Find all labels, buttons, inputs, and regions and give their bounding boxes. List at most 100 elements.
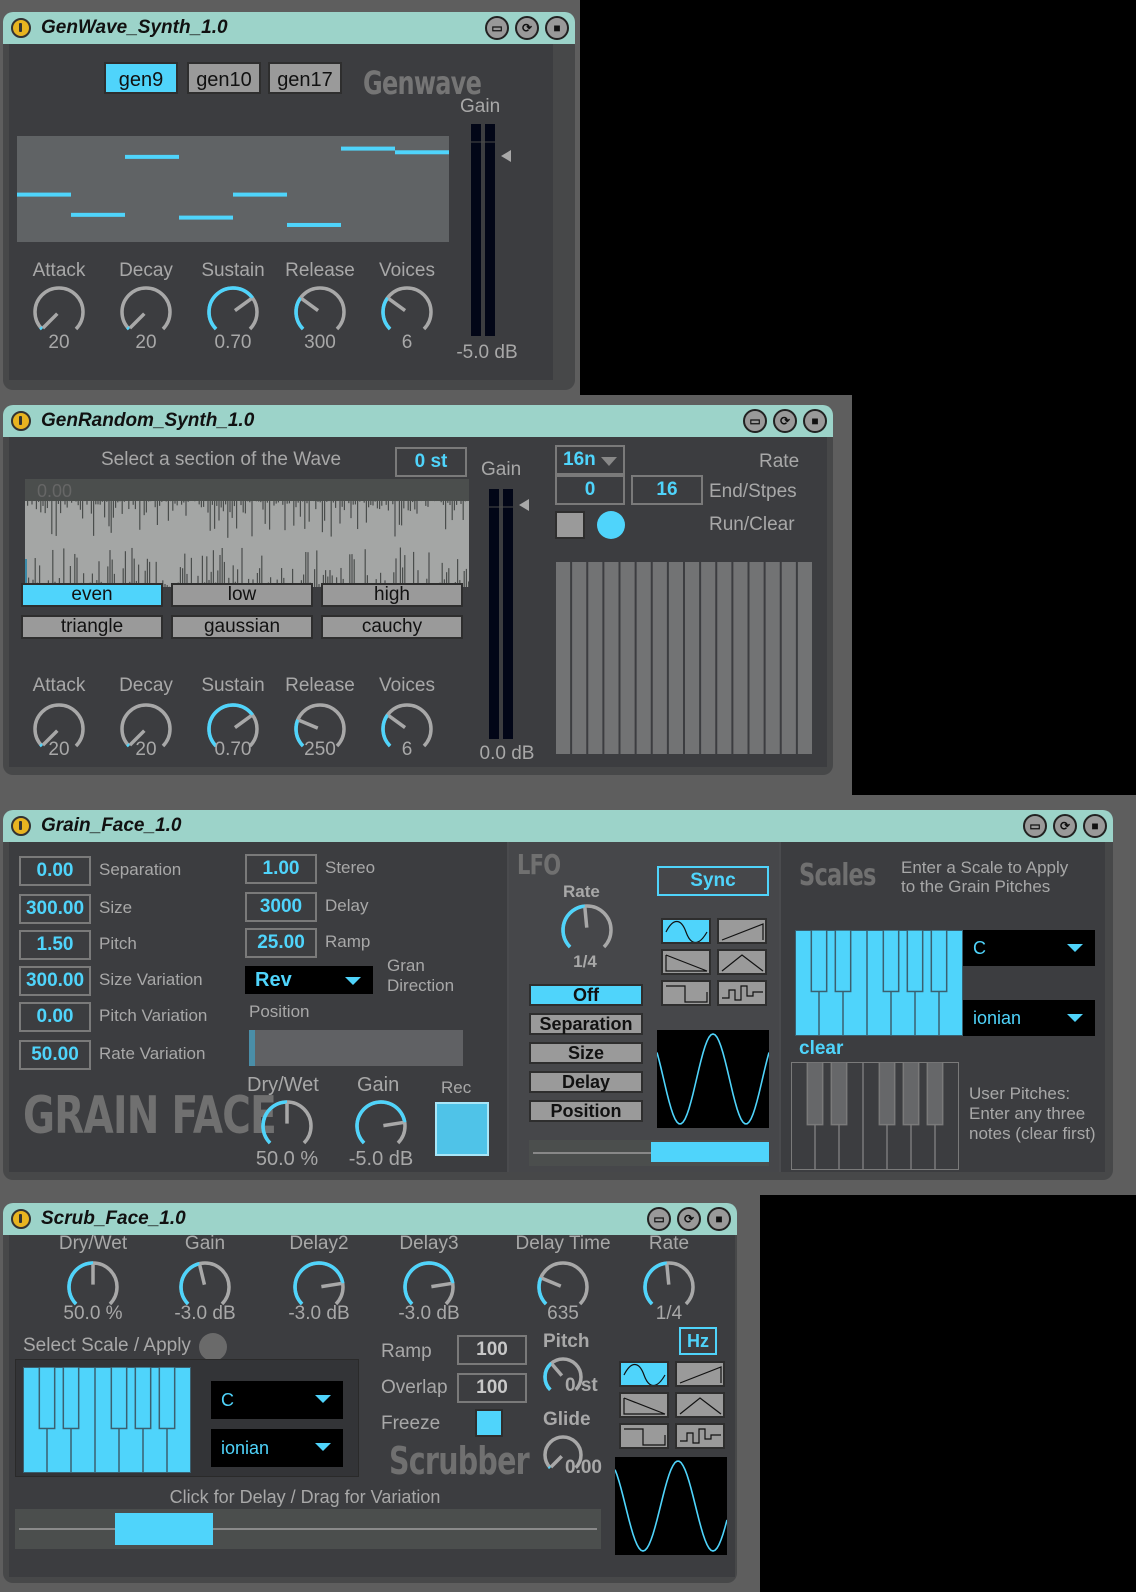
dist-low-button[interactable]: low: [171, 583, 313, 607]
param-box[interactable]: 0.00: [19, 1002, 91, 1032]
wave-sample: [192, 499, 194, 502]
knob-label: Delay Time: [515, 1233, 611, 1254]
shape-sine-button[interactable]: [661, 918, 711, 944]
clear-button[interactable]: [597, 511, 625, 539]
shape-random-button[interactable]: [717, 980, 767, 1006]
scale-keyboard[interactable]: [23, 1367, 191, 1473]
param-box[interactable]: 50.00: [19, 1040, 91, 1070]
direction-select[interactable]: Rev: [245, 966, 373, 994]
wave-sample: [221, 547, 223, 587]
waveform-editor[interactable]: [17, 136, 449, 242]
save-preset-icon[interactable]: ■: [707, 1207, 731, 1231]
wave-sample: [429, 499, 431, 502]
mode-select[interactable]: ionian: [211, 1429, 343, 1467]
shape-triangle-button[interactable]: [717, 949, 767, 975]
device-view-icon[interactable]: ▭: [485, 16, 509, 40]
mode-select[interactable]: ionian: [963, 1000, 1095, 1036]
gain-meter[interactable]: [467, 124, 517, 339]
param-box[interactable]: 1.50: [19, 930, 91, 960]
wave-sample: [409, 499, 411, 512]
shape-random-button[interactable]: [675, 1423, 725, 1449]
hz-button[interactable]: Hz: [679, 1327, 717, 1355]
gen9-button[interactable]: gen9: [104, 62, 178, 94]
power-toggle-icon[interactable]: [11, 1209, 31, 1229]
wave-sample: [109, 550, 111, 587]
shape-saw-down-button[interactable]: [619, 1392, 669, 1418]
gen10-button[interactable]: gen10: [187, 62, 261, 94]
param-box[interactable]: 1.00: [245, 854, 317, 884]
ramp-box[interactable]: 100: [457, 1335, 527, 1365]
param-box[interactable]: 3000: [245, 892, 317, 922]
power-toggle-icon[interactable]: [11, 18, 31, 38]
device-view-icon[interactable]: ▭: [743, 409, 767, 433]
run-clear-label: Run/Clear: [709, 514, 795, 535]
gain-meter[interactable]: [485, 489, 535, 744]
overlap-box[interactable]: 100: [457, 1373, 527, 1403]
delay-slider-handle[interactable]: [115, 1513, 213, 1545]
wave-sample: [464, 499, 466, 502]
gen17-button[interactable]: gen17: [268, 62, 342, 94]
hot-swap-icon[interactable]: ⟳: [1053, 814, 1077, 838]
param-box[interactable]: 300.00: [19, 894, 91, 924]
dist-even-button[interactable]: even: [21, 583, 163, 607]
dist-cauchy-button[interactable]: cauchy: [321, 615, 463, 639]
clear-button[interactable]: clear: [799, 1038, 843, 1060]
wave-sample: [108, 499, 110, 527]
shape-square-button[interactable]: [619, 1423, 669, 1449]
lfo-target-off-button[interactable]: Off: [529, 984, 643, 1006]
wave-sample: [414, 499, 416, 510]
lfo-rate-knob[interactable]: [559, 902, 615, 958]
rate-select[interactable]: 16n: [555, 445, 625, 475]
step-sequencer[interactable]: [555, 561, 815, 755]
wave-sample: [392, 499, 394, 505]
power-toggle-icon[interactable]: [11, 816, 31, 836]
shape-square-button[interactable]: [661, 980, 711, 1006]
device-view-icon[interactable]: ▭: [1023, 814, 1047, 838]
apply-scale-button[interactable]: [199, 1333, 227, 1361]
dist-high-button[interactable]: high: [321, 583, 463, 607]
dist-gaussian-button[interactable]: gaussian: [171, 615, 313, 639]
lfo-target-delay-button[interactable]: Delay: [529, 1071, 643, 1093]
param-box[interactable]: 300.00: [19, 966, 91, 996]
drywet-knob[interactable]: [259, 1098, 315, 1154]
shape-triangle-button[interactable]: [675, 1392, 725, 1418]
delay-variation-slider[interactable]: [15, 1509, 601, 1549]
hot-swap-icon[interactable]: ⟳: [773, 409, 797, 433]
root-select[interactable]: C: [963, 930, 1095, 966]
save-preset-icon[interactable]: ■: [803, 409, 827, 433]
freeze-toggle[interactable]: [475, 1409, 503, 1437]
dist-triangle-button[interactable]: triangle: [21, 615, 163, 639]
sync-button[interactable]: Sync: [657, 866, 769, 896]
pitch-label: Pitch: [543, 1331, 590, 1352]
sequencer-step: [572, 562, 587, 754]
device-view-icon[interactable]: ▭: [647, 1207, 671, 1231]
param-box[interactable]: 25.00: [245, 928, 317, 958]
save-preset-icon[interactable]: ■: [545, 16, 569, 40]
scale-keyboard[interactable]: [795, 930, 963, 1036]
random-wave-display[interactable]: [25, 479, 469, 587]
lfo-target-size-button[interactable]: Size: [529, 1042, 643, 1064]
power-toggle-icon[interactable]: [11, 411, 31, 431]
shape-sine-button[interactable]: [619, 1361, 669, 1387]
position-slider[interactable]: [249, 1030, 463, 1066]
run-toggle[interactable]: [555, 511, 585, 539]
hot-swap-icon[interactable]: ⟳: [515, 16, 539, 40]
lfo-target-position-button[interactable]: Position: [529, 1100, 643, 1122]
wave-sample: [304, 499, 306, 529]
lfo-target-separation-button[interactable]: Separation: [529, 1013, 643, 1035]
end-box[interactable]: 0: [555, 475, 625, 505]
shape-saw-up-button[interactable]: [675, 1361, 725, 1387]
root-select[interactable]: C: [211, 1381, 343, 1419]
hot-swap-icon[interactable]: ⟳: [677, 1207, 701, 1231]
rec-button[interactable]: [435, 1102, 489, 1156]
save-preset-icon[interactable]: ■: [1083, 814, 1107, 838]
lfo-depth-slider[interactable]: [529, 1140, 769, 1166]
steps-box[interactable]: 16: [631, 475, 703, 505]
shape-saw-down-button[interactable]: [661, 949, 711, 975]
gain-knob[interactable]: [353, 1098, 409, 1154]
user-pitches-keyboard[interactable]: [791, 1062, 959, 1170]
param-box[interactable]: 0.00: [19, 856, 91, 886]
wave-sample: [52, 549, 54, 587]
shape-saw-up-button[interactable]: [717, 918, 767, 944]
transpose-box[interactable]: 0 st: [395, 447, 467, 477]
